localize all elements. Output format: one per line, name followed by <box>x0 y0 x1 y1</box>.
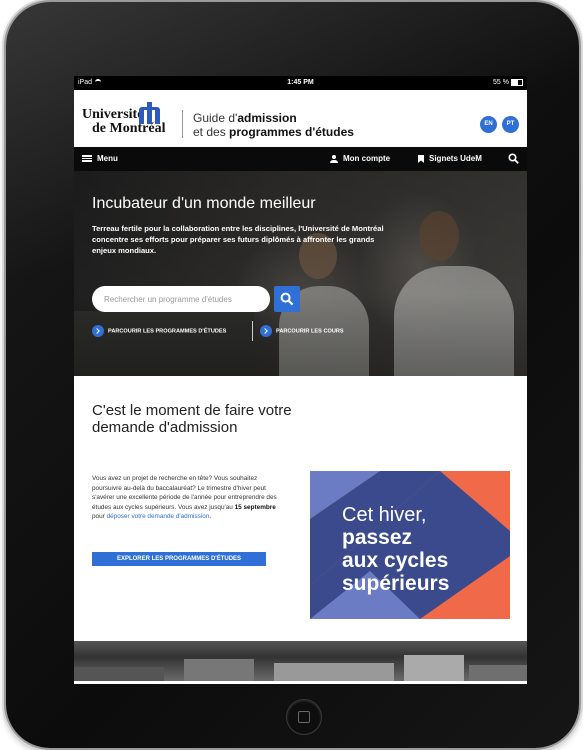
promo-banner[interactable]: Cet hiver, passez aux cycles supérieurs <box>310 471 510 619</box>
browse-courses-link[interactable]: PARCOURIR LES COURS <box>260 325 344 337</box>
hero-description: Terreau fertile pour la collaboration en… <box>92 224 384 255</box>
bookmarks-link[interactable]: Signets UdeM <box>418 147 482 171</box>
menu-button[interactable]: Menu <box>82 147 118 171</box>
bookmark-icon <box>418 154 424 163</box>
home-button-icon <box>298 711 310 723</box>
lang-pt-button[interactable]: PT <box>502 116 519 133</box>
hero-banner: Incubateur d'un monde meilleur Terreau f… <box>74 171 527 376</box>
explore-programs-button[interactable]: EXPLORER LES PROGRAMMES D'ÉTUDES <box>92 552 266 566</box>
browse-divider <box>252 321 253 341</box>
lang-en-button[interactable]: EN <box>480 116 497 133</box>
logo-divider <box>182 110 183 138</box>
campus-photo-strip <box>74 641 527 681</box>
chevron-right-icon <box>260 325 272 337</box>
program-search-input[interactable] <box>92 286 270 312</box>
status-time: 1:45 PM <box>287 79 314 86</box>
screen: iPad 1:45 PM 55 % Université de Montréal… <box>74 76 527 684</box>
promo-line1: Cet hiver, <box>342 504 427 526</box>
user-icon <box>330 154 338 163</box>
chevron-right-icon <box>92 325 104 337</box>
status-bar: iPad 1:45 PM 55 % <box>74 76 527 90</box>
admission-text: Vous avez un projet de recherche en tête… <box>92 475 277 521</box>
admission-title: C'est le moment de faire votre demande d… <box>92 402 292 436</box>
site-header: Université de Montréal Guide d'admission… <box>74 90 527 147</box>
hero-title: Incubateur d'un monde meilleur <box>92 195 316 212</box>
hamburger-icon <box>82 155 92 163</box>
main-nav: Menu Mon compte Signets UdeM <box>74 147 527 171</box>
search-icon[interactable] <box>508 153 519 164</box>
admission-link[interactable]: déposer votre demande d'admission <box>107 513 210 520</box>
logo-mark-icon <box>139 102 163 124</box>
admission-section: C'est le moment de faire votre demande d… <box>74 376 527 641</box>
logo-line1: Université <box>82 107 144 122</box>
logo-line2: de Montréal <box>92 121 166 136</box>
browse-programs-link[interactable]: PARCOURIR LES PROGRAMMES D'ÉTUDES <box>92 325 226 337</box>
account-link[interactable]: Mon compte <box>330 147 390 171</box>
search-button[interactable] <box>274 286 300 312</box>
battery-icon <box>511 78 523 86</box>
guide-title[interactable]: Guide d'admission et des programmes d'ét… <box>193 111 354 139</box>
home-button[interactable] <box>286 699 322 735</box>
promo-line2: passez aux cycles supérieurs <box>342 526 450 595</box>
search-icon <box>280 292 294 306</box>
status-battery: 55 % <box>493 76 523 90</box>
